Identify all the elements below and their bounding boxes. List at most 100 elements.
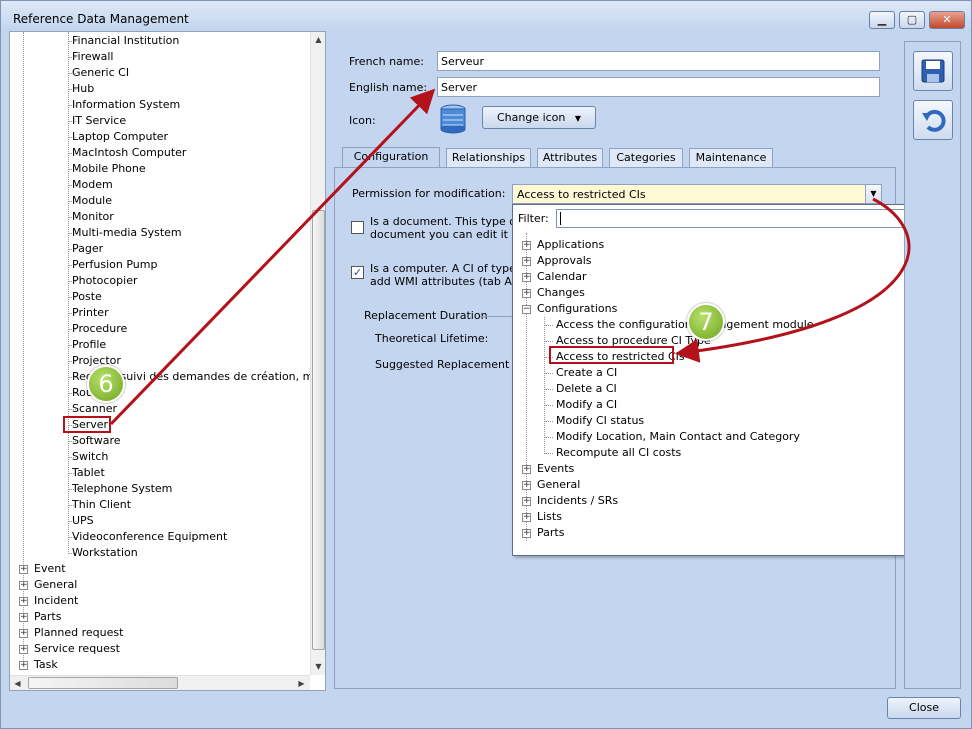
expand-icon[interactable]: + (19, 565, 28, 574)
tree-root-item[interactable]: Incident (34, 593, 78, 609)
tree-root-item[interactable]: Parts (34, 609, 61, 625)
scroll-left-icon[interactable]: ◀ (10, 676, 25, 691)
permission-group-item[interactable]: Parts (537, 525, 564, 541)
expand-icon[interactable]: + (522, 465, 531, 474)
permission-group-item[interactable]: Changes (537, 285, 585, 301)
permission-item[interactable]: Modify a CI (556, 397, 617, 413)
expand-icon[interactable]: + (522, 529, 531, 538)
tree-item[interactable]: UPS (72, 513, 94, 529)
filter-input[interactable] (556, 209, 926, 228)
tree-root-item[interactable]: Service request (34, 641, 120, 657)
tree-horizontal-scrollbar[interactable]: ◀ ▶ (10, 675, 310, 690)
scroll-up-icon[interactable]: ▲ (311, 32, 326, 47)
tab-attributes[interactable]: Attributes (537, 148, 603, 168)
french-name-input[interactable] (437, 51, 880, 71)
tree-root-item[interactable]: General (34, 577, 77, 593)
tree-item[interactable]: Poste (72, 289, 102, 305)
tree-item[interactable]: Profile (72, 337, 106, 353)
permission-group-item[interactable]: Incidents / SRs (537, 493, 618, 509)
tree-item[interactable]: Photocopier (72, 273, 137, 289)
permission-combo[interactable]: Access to restricted CIs ▼ (512, 184, 882, 204)
expand-icon[interactable]: + (19, 661, 28, 670)
tree-item[interactable]: Perfusion Pump (72, 257, 157, 273)
permission-group-item[interactable]: Lists (537, 509, 562, 525)
tab-maintenance[interactable]: Maintenance (689, 148, 773, 168)
tree-item[interactable]: Multi-media System (72, 225, 182, 241)
expand-icon[interactable]: + (522, 257, 531, 266)
tree-item[interactable]: Information System (72, 97, 180, 113)
tree-hscroll-thumb[interactable] (28, 677, 178, 689)
tree-item[interactable]: Monitor (72, 209, 114, 225)
expand-icon[interactable]: + (522, 289, 531, 298)
tab-categories[interactable]: Categories (609, 148, 683, 168)
is-document-checkbox[interactable] (351, 221, 364, 234)
tree-vertical-scrollbar[interactable]: ▲ ▼ (310, 32, 325, 675)
english-name-input[interactable] (437, 77, 880, 97)
permission-group-item[interactable]: Configurations (537, 301, 617, 317)
tree-root-item[interactable]: Planned request (34, 625, 123, 641)
permission-group-item[interactable]: Events (537, 461, 574, 477)
permission-group-item[interactable]: Calendar (537, 269, 586, 285)
permission-item[interactable]: Delete a CI (556, 381, 617, 397)
tree-item[interactable]: Pager (72, 241, 103, 257)
tree-item[interactable]: Financial Institution (72, 33, 179, 49)
close-window-button[interactable]: ✕ (929, 11, 965, 29)
expand-icon[interactable]: + (19, 597, 28, 606)
tree-item[interactable]: Firewall (72, 49, 113, 65)
tree-item[interactable]: MacIntosh Computer (72, 145, 186, 161)
tree-item[interactable]: Scanner (72, 401, 117, 417)
permission-group-item[interactable]: Applications (537, 237, 604, 253)
close-button[interactable]: Close (887, 697, 961, 719)
save-button[interactable] (913, 51, 953, 91)
tree-item[interactable]: Tablet (72, 465, 105, 481)
tree-item[interactable]: Laptop Computer (72, 129, 168, 145)
scroll-right-icon[interactable]: ▶ (294, 676, 309, 691)
permission-item[interactable]: Modify Location, Main Contact and Catego… (556, 429, 800, 445)
expand-icon[interactable]: + (522, 497, 531, 506)
tree-root-item[interactable]: Task (34, 657, 58, 673)
undo-button[interactable] (913, 100, 953, 140)
change-icon-button[interactable]: Change icon ▼ (482, 106, 596, 129)
tree-item[interactable]: IT Service (72, 113, 126, 129)
tree-item[interactable]: Module (72, 193, 112, 209)
permission-dropdown[interactable]: Filter: + Applications + Approvals + Calendar… (512, 204, 931, 556)
tree-item[interactable]: Hub (72, 81, 94, 97)
maximize-button[interactable]: ▢ (899, 11, 925, 29)
expand-icon[interactable]: + (19, 581, 28, 590)
tree-item[interactable]: Thin Client (72, 497, 131, 513)
tree-item[interactable]: Modem (72, 177, 113, 193)
tab-relationships[interactable]: Relationships (446, 148, 531, 168)
expand-icon[interactable]: + (19, 645, 28, 654)
minimize-button[interactable]: ▁ (869, 11, 895, 29)
expand-icon[interactable]: + (522, 513, 531, 522)
permission-item[interactable]: Recompute all CI costs (556, 445, 681, 461)
tree-item[interactable]: Printer (72, 305, 109, 321)
tree-item[interactable]: Software (72, 433, 121, 449)
tree-item[interactable]: Mobile Phone (72, 161, 146, 177)
tree-item[interactable]: Telephone System (72, 481, 172, 497)
expand-icon[interactable]: + (522, 273, 531, 282)
permission-group-item[interactable]: Approvals (537, 253, 592, 269)
tree-item[interactable]: Switch (72, 449, 108, 465)
theoretical-lifetime-label: Theoretical Lifetime: (375, 332, 489, 345)
is-computer-checkbox[interactable]: ✓ (351, 266, 364, 279)
permission-group-item[interactable]: General (537, 477, 580, 493)
collapse-icon[interactable]: − (522, 305, 531, 314)
tree-item[interactable]: Videoconference Equipment (72, 529, 227, 545)
tree-item[interactable]: Generic CI (72, 65, 129, 81)
permission-item[interactable]: Access the configuration management modu… (556, 317, 814, 333)
tab-configuration[interactable]: Configuration (342, 147, 440, 168)
expand-icon[interactable]: + (522, 241, 531, 250)
tree-item[interactable]: Procedure (72, 321, 127, 337)
expand-icon[interactable]: + (19, 613, 28, 622)
permission-item[interactable]: Create a CI (556, 365, 617, 381)
tree-scroll-thumb[interactable] (312, 210, 325, 650)
scroll-down-icon[interactable]: ▼ (311, 659, 326, 674)
tree-item[interactable]: Workstation (72, 545, 138, 561)
tree-root-item[interactable]: Event (34, 561, 66, 577)
expand-icon[interactable]: + (522, 481, 531, 490)
ci-type-tree[interactable]: Financial Institution Firewall Generic CI H… (9, 31, 326, 691)
permission-item[interactable]: Modify CI status (556, 413, 644, 429)
chevron-down-icon[interactable]: ▼ (865, 185, 881, 203)
expand-icon[interactable]: + (19, 629, 28, 638)
